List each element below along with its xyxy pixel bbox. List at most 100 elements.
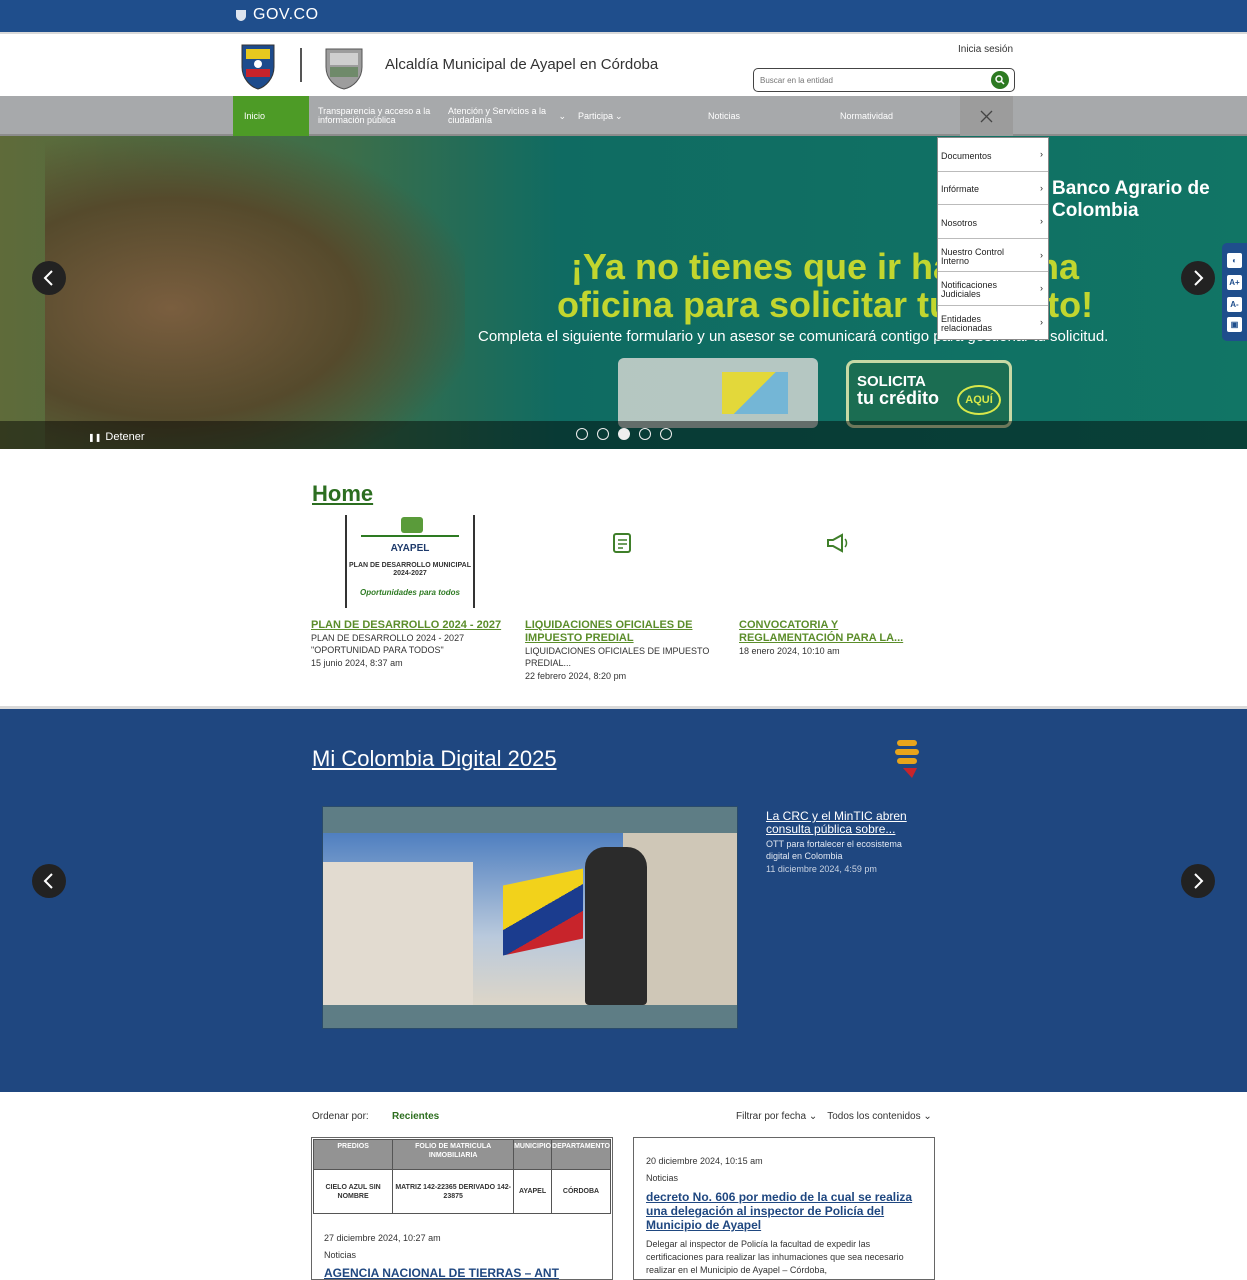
colombia-news-photo[interactable] — [322, 806, 738, 1029]
hero-stop-button[interactable]: ❚❚ Detener — [88, 431, 145, 443]
nav-label: Transparencia y acceso a la información … — [318, 106, 431, 125]
colombia-news-item[interactable]: La CRC y el MinTIC abren consulta públic… — [766, 810, 926, 875]
more-menu-dropdown: Documentos › Infórmate › Nosotros › Nuestro… — [937, 137, 1049, 340]
listing-category: Noticias — [646, 1173, 679, 1183]
cover-line2: PLAN DE DESARROLLO MUNICIPAL 2024-2027 — [349, 562, 471, 577]
hero-logo-box — [618, 358, 818, 428]
hero-prev-button[interactable] — [32, 261, 66, 295]
nav-label: Atención y Servicios a la ciudadanía — [448, 106, 547, 125]
listing-headline[interactable]: AGENCIA NACIONAL DE TIERRAS – ANT — [324, 1266, 604, 1279]
dropdown-item-entidades[interactable]: Entidades relacionadas › — [938, 306, 1048, 340]
listing-body: Delegar al inspector de Policía la facul… — [646, 1239, 904, 1275]
nav-item-normatividad[interactable]: Normatividad — [840, 96, 920, 136]
chevron-right-icon — [1194, 270, 1204, 286]
carousel-dot[interactable] — [660, 428, 672, 440]
filter-content-label: Todos los contenidos — [827, 1111, 921, 1122]
decrease-font-icon[interactable]: A- — [1227, 297, 1242, 312]
nav-item-transparencia[interactable]: Transparencia y acceso a la información … — [318, 96, 438, 136]
search-input[interactable] — [760, 73, 980, 87]
gov-co-link[interactable]: GOV.CO — [234, 6, 319, 24]
cover-shield — [401, 517, 423, 533]
listing-headline[interactable]: decreto No. 606 por medio de la cual se … — [646, 1190, 926, 1232]
nav-label: Normatividad — [840, 110, 894, 121]
chevron-right-icon — [1194, 873, 1204, 889]
nav-item-noticias[interactable]: Noticias — [708, 96, 768, 136]
colombia-digital-title[interactable]: Mi Colombia Digital 2025 — [312, 746, 557, 772]
hero-dots — [576, 428, 672, 440]
gov-bar: GOV.CO — [0, 0, 1247, 32]
filter-date-dropdown[interactable]: Filtrar por fecha ⌄ — [736, 1111, 817, 1122]
chevron-right-icon: › — [1040, 249, 1043, 260]
listing-card-right[interactable]: 20 diciembre 2024, 10:15 am Noticias dec… — [633, 1137, 935, 1280]
filter-content-dropdown[interactable]: Todos los contenidos ⌄ — [827, 1111, 932, 1122]
carousel-dot[interactable] — [639, 428, 651, 440]
dropdown-item-documentos[interactable]: Documentos › — [938, 138, 1048, 172]
dropdown-item-informate[interactable]: Infórmate › — [938, 172, 1048, 205]
predios-table: PREDIOS FOLIO DE MATRICULA INMOBILIARIA … — [312, 1139, 611, 1214]
colombia-shield-icon — [236, 10, 246, 21]
carousel-dot[interactable] — [618, 428, 630, 440]
close-icon — [980, 110, 993, 122]
colombia-news-desc: OTT para fortalecer el ecosistema digita… — [766, 839, 902, 861]
card-description: LIQUIDACIONES OFICIALES DE IMPUESTO PRED… — [525, 646, 710, 668]
dropdown-label: Notificaciones Judiciales — [941, 280, 998, 300]
photo-building-left — [323, 862, 473, 1005]
nav-item-atencion[interactable]: Atención y Servicios a la ciudadanía ⌄ — [448, 96, 566, 136]
colombia-prev-button[interactable] — [32, 864, 66, 898]
dropdown-item-control-interno[interactable]: Nuestro Control Interno › — [938, 239, 1048, 272]
chevron-left-icon — [43, 270, 53, 286]
dropdown-label: Documentos — [941, 150, 992, 161]
photo-statue — [585, 847, 647, 1005]
colombia-news-title[interactable]: La CRC y el MinTIC abren consulta públic… — [766, 810, 926, 836]
table-cell: AYAPEL — [513, 1169, 553, 1214]
chevron-down-icon: ⌄ — [923, 1111, 932, 1122]
search-icon — [995, 75, 1005, 85]
colombia-next-button[interactable] — [1181, 864, 1215, 898]
carousel-dot[interactable] — [576, 428, 588, 440]
nav-item-inicio[interactable]: Inicio — [233, 96, 309, 136]
card-image — [739, 515, 939, 611]
hero-carousel: Banco Agrario de Colombia ¡Ya no tienes … — [0, 136, 1247, 449]
dropdown-label: Nuestro Control Interno — [941, 246, 1005, 266]
card-title[interactable]: PLAN DE DESARROLLO 2024 - 2027 — [311, 619, 511, 632]
dropdown-item-nosotros[interactable]: Nosotros › — [938, 205, 1048, 239]
site-title[interactable]: Alcaldía Municipal de Ayapel en Córdoba — [385, 56, 658, 73]
national-coat-of-arms[interactable] — [234, 41, 282, 91]
listing-card-left[interactable]: PREDIOS FOLIO DE MATRICULA INMOBILIARIA … — [311, 1137, 613, 1280]
sort-recientes[interactable]: Recientes — [392, 1111, 439, 1122]
nav-item-participa[interactable]: Participa ⌄ — [578, 96, 648, 136]
cover-line1: AYAPEL — [390, 543, 430, 554]
municipal-shield[interactable] — [320, 41, 368, 91]
nav-close-button[interactable] — [960, 96, 1013, 136]
table-cell: CÓRDOBA — [551, 1169, 611, 1214]
card-date: 15 junio 2024, 8:37 am — [311, 658, 403, 668]
login-link[interactable]: Inicia sesión — [958, 44, 1013, 55]
card-title[interactable]: CONVOCATORIA Y REGLAMENTACIÓN PARA LA... — [739, 619, 939, 645]
hero-credit-button[interactable]: SOLICITA tu crédito AQUÍ — [846, 360, 1012, 428]
nav-label: Inicio — [244, 110, 266, 121]
search-button[interactable] — [991, 71, 1009, 89]
card-title[interactable]: LIQUIDACIONES OFICIALES DE IMPUESTO PRED… — [525, 619, 725, 645]
contrast-icon[interactable]: ◐ — [1227, 253, 1242, 268]
accessibility-toolbar: ◐ A+ A- ▣ — [1222, 243, 1247, 341]
dropdown-label: Infórmate — [941, 184, 980, 195]
dropdown-item-notificaciones[interactable]: Notificaciones Judiciales › — [938, 272, 1048, 306]
listing-date: 20 diciembre 2024, 10:15 am — [646, 1156, 763, 1166]
search-box — [753, 68, 1015, 92]
carousel-dot[interactable] — [597, 428, 609, 440]
document-icon — [613, 533, 631, 553]
relief-center-icon[interactable]: ▣ — [1227, 317, 1242, 332]
card-date: 22 febrero 2024, 8:20 pm — [525, 671, 627, 681]
table-header: FOLIO DE MATRICULA INMOBILIARIA — [392, 1139, 515, 1170]
chevron-right-icon: › — [1040, 149, 1043, 159]
hero-next-button[interactable] — [1181, 261, 1215, 295]
site-header: Alcaldía Municipal de Ayapel en Córdoba … — [0, 32, 1247, 96]
listing-category: Noticias — [324, 1250, 357, 1260]
table-header: PREDIOS — [312, 1139, 394, 1170]
chevron-right-icon: › — [1040, 316, 1043, 327]
cover-rule — [361, 535, 459, 537]
credit-badge: AQUÍ — [957, 385, 1001, 415]
home-section-title[interactable]: Home — [312, 481, 373, 507]
increase-font-icon[interactable]: A+ — [1227, 275, 1242, 290]
colombia-digital-section: Mi Colombia Digital 2025 La CRC y el Min… — [0, 706, 1247, 1092]
